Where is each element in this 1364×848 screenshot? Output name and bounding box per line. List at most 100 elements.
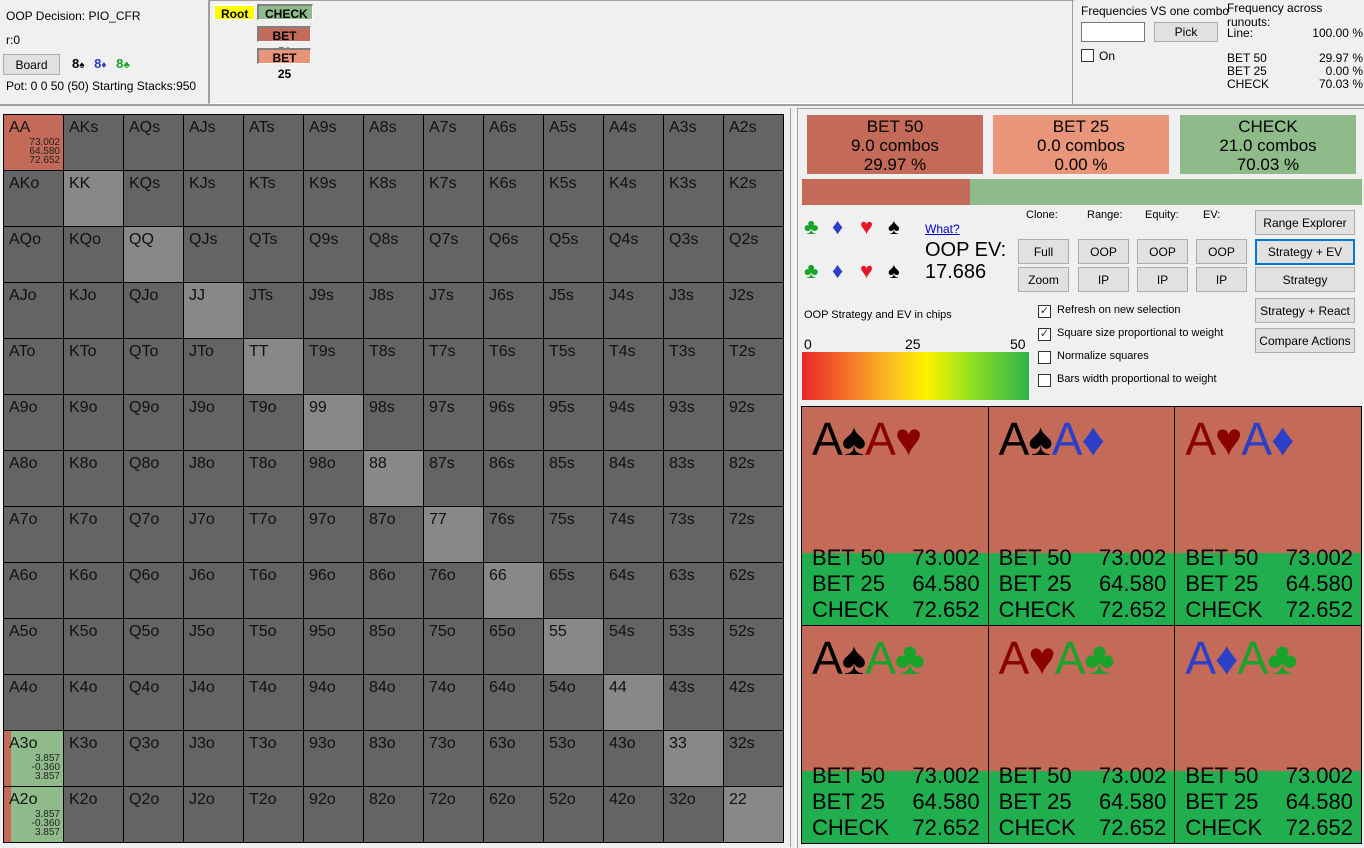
hand-cell-A9s[interactable]: A9s <box>304 115 363 170</box>
hand-cell-63o[interactable]: 63o <box>484 731 543 786</box>
hand-cell-J4o[interactable]: J4o <box>184 675 243 730</box>
hand-cell-98o[interactable]: 98o <box>304 451 363 506</box>
hand-cell-33[interactable]: 33 <box>664 731 723 786</box>
hand-cell-AQo[interactable]: AQo <box>4 227 63 282</box>
hand-cell-T5s[interactable]: T5s <box>544 339 603 394</box>
hand-cell-63s[interactable]: 63s <box>664 563 723 618</box>
hand-cell-K5o[interactable]: K5o <box>64 619 123 674</box>
hand-cell-A5s[interactable]: A5s <box>544 115 603 170</box>
hand-cell-A6o[interactable]: A6o <box>4 563 63 618</box>
hand-cell-T3o[interactable]: T3o <box>244 731 303 786</box>
hand-cell-Q9o[interactable]: Q9o <box>124 395 183 450</box>
hand-cell-A9o[interactable]: A9o <box>4 395 63 450</box>
hand-cell-K6o[interactable]: K6o <box>64 563 123 618</box>
hand-cell-62s[interactable]: 62s <box>724 563 783 618</box>
hand-cell-97o[interactable]: 97o <box>304 507 363 562</box>
hand-cell-65s[interactable]: 65s <box>544 563 603 618</box>
hand-cell-K7s[interactable]: K7s <box>424 171 483 226</box>
hand-cell-K9s[interactable]: K9s <box>304 171 363 226</box>
hand-cell-KQo[interactable]: KQo <box>64 227 123 282</box>
hand-cell-52s[interactable]: 52s <box>724 619 783 674</box>
equity-ip-button[interactable]: IP <box>1137 267 1188 292</box>
strategy-react-button[interactable]: Strategy + React <box>1255 298 1355 323</box>
hand-cell-95o[interactable]: 95o <box>304 619 363 674</box>
hand-cell-64s[interactable]: 64s <box>604 563 663 618</box>
hand-cell-AA[interactable]: AA 73.002 64.580 72.652 <box>4 115 63 170</box>
hand-cell-J6o[interactable]: J6o <box>184 563 243 618</box>
hand-cell-82o[interactable]: 82o <box>364 787 423 842</box>
hand-cell-Q5o[interactable]: Q5o <box>124 619 183 674</box>
action-summary-bet-50[interactable]: BET 50 9.0 combos 29.97 % <box>807 115 983 174</box>
hand-cell-T4o[interactable]: T4o <box>244 675 303 730</box>
hand-cell-93o[interactable]: 93o <box>304 731 363 786</box>
hand-cell-Q7s[interactable]: Q7s <box>424 227 483 282</box>
hand-cell-Q6o[interactable]: Q6o <box>124 563 183 618</box>
on-checkbox[interactable] <box>1081 49 1094 62</box>
hand-cell-T2s[interactable]: T2s <box>724 339 783 394</box>
hand-cell-KTo[interactable]: KTo <box>64 339 123 394</box>
option-checkbox[interactable]: ✓ <box>1038 328 1051 341</box>
hand-cell-QJs[interactable]: QJs <box>184 227 243 282</box>
combo-cell[interactable]: A♦A♣ BET 50 73.002 BET 25 64.580 CHECK 72.652 <box>1175 625 1361 843</box>
hand-cell-J2o[interactable]: J2o <box>184 787 243 842</box>
hand-cell-55[interactable]: 55 <box>544 619 603 674</box>
hand-cell-J4s[interactable]: J4s <box>604 283 663 338</box>
hand-cell-A8o[interactable]: A8o <box>4 451 63 506</box>
hand-cell-94s[interactable]: 94s <box>604 395 663 450</box>
panel-splitter[interactable] <box>790 108 796 847</box>
diamond-filter-icon[interactable]: ♦ <box>832 258 843 284</box>
range-explorer-button[interactable]: Range Explorer <box>1255 210 1355 235</box>
hand-cell-T8s[interactable]: T8s <box>364 339 423 394</box>
spade-filter-icon[interactable]: ♠ <box>888 214 900 240</box>
tree-node-bet-25[interactable]: BET 25 <box>257 48 311 81</box>
hand-cell-A3o[interactable]: A3o 3.857 -0.360 3.857 <box>4 731 63 786</box>
hand-cell-Q4o[interactable]: Q4o <box>124 675 183 730</box>
hand-cell-Q3s[interactable]: Q3s <box>664 227 723 282</box>
hand-cell-Q4s[interactable]: Q4s <box>604 227 663 282</box>
hand-cell-T7o[interactable]: T7o <box>244 507 303 562</box>
hand-cell-AJo[interactable]: AJo <box>4 283 63 338</box>
hand-cell-T5o[interactable]: T5o <box>244 619 303 674</box>
hand-cell-53s[interactable]: 53s <box>664 619 723 674</box>
hand-cell-T4s[interactable]: T4s <box>604 339 663 394</box>
hand-cell-A4o[interactable]: A4o <box>4 675 63 730</box>
combo-cell[interactable]: A♥A♣ BET 50 73.002 BET 25 64.580 CHECK 72.652 <box>988 625 1175 843</box>
hand-cell-93s[interactable]: 93s <box>664 395 723 450</box>
hand-cell-73o[interactable]: 73o <box>424 731 483 786</box>
tree-node-bet-50[interactable]: BET 50 <box>257 26 311 59</box>
hand-cell-J3s[interactable]: J3s <box>664 283 723 338</box>
hand-cell-92o[interactable]: 92o <box>304 787 363 842</box>
hand-cell-T6s[interactable]: T6s <box>484 339 543 394</box>
hand-cell-94o[interactable]: 94o <box>304 675 363 730</box>
hand-cell-J8o[interactable]: J8o <box>184 451 243 506</box>
hand-cell-Q5s[interactable]: Q5s <box>544 227 603 282</box>
hand-cell-86o[interactable]: 86o <box>364 563 423 618</box>
hand-cell-75o[interactable]: 75o <box>424 619 483 674</box>
hand-cell-AJs[interactable]: AJs <box>184 115 243 170</box>
hand-cell-T6o[interactable]: T6o <box>244 563 303 618</box>
hand-cell-84s[interactable]: 84s <box>604 451 663 506</box>
option-checkbox[interactable] <box>1038 374 1051 387</box>
action-summary-bet-25[interactable]: BET 25 0.0 combos 0.00 % <box>993 115 1169 174</box>
hand-cell-K4s[interactable]: K4s <box>604 171 663 226</box>
action-summary-check[interactable]: CHECK 21.0 combos 70.03 % <box>1180 115 1356 174</box>
hand-cell-QQ[interactable]: QQ <box>124 227 183 282</box>
club-filter-icon[interactable]: ♣ <box>804 214 818 240</box>
range-oop-button[interactable]: OOP <box>1078 239 1129 264</box>
hand-cell-43o[interactable]: 43o <box>604 731 663 786</box>
hand-cell-Q7o[interactable]: Q7o <box>124 507 183 562</box>
hand-cell-62o[interactable]: 62o <box>484 787 543 842</box>
range-ip-button[interactable]: IP <box>1078 267 1129 292</box>
equity-oop-button[interactable]: OOP <box>1137 239 1188 264</box>
strategy-button[interactable]: Strategy <box>1255 267 1355 292</box>
ev-ip-button[interactable]: IP <box>1196 267 1247 292</box>
hand-cell-72o[interactable]: 72o <box>424 787 483 842</box>
hand-cell-A5o[interactable]: A5o <box>4 619 63 674</box>
heart-filter-icon[interactable]: ♥ <box>860 214 873 240</box>
hand-cell-K9o[interactable]: K9o <box>64 395 123 450</box>
hand-cell-22[interactable]: 22 <box>724 787 783 842</box>
hand-cell-K6s[interactable]: K6s <box>484 171 543 226</box>
hand-cell-JTs[interactable]: JTs <box>244 283 303 338</box>
hand-cell-83s[interactable]: 83s <box>664 451 723 506</box>
hand-cell-84o[interactable]: 84o <box>364 675 423 730</box>
